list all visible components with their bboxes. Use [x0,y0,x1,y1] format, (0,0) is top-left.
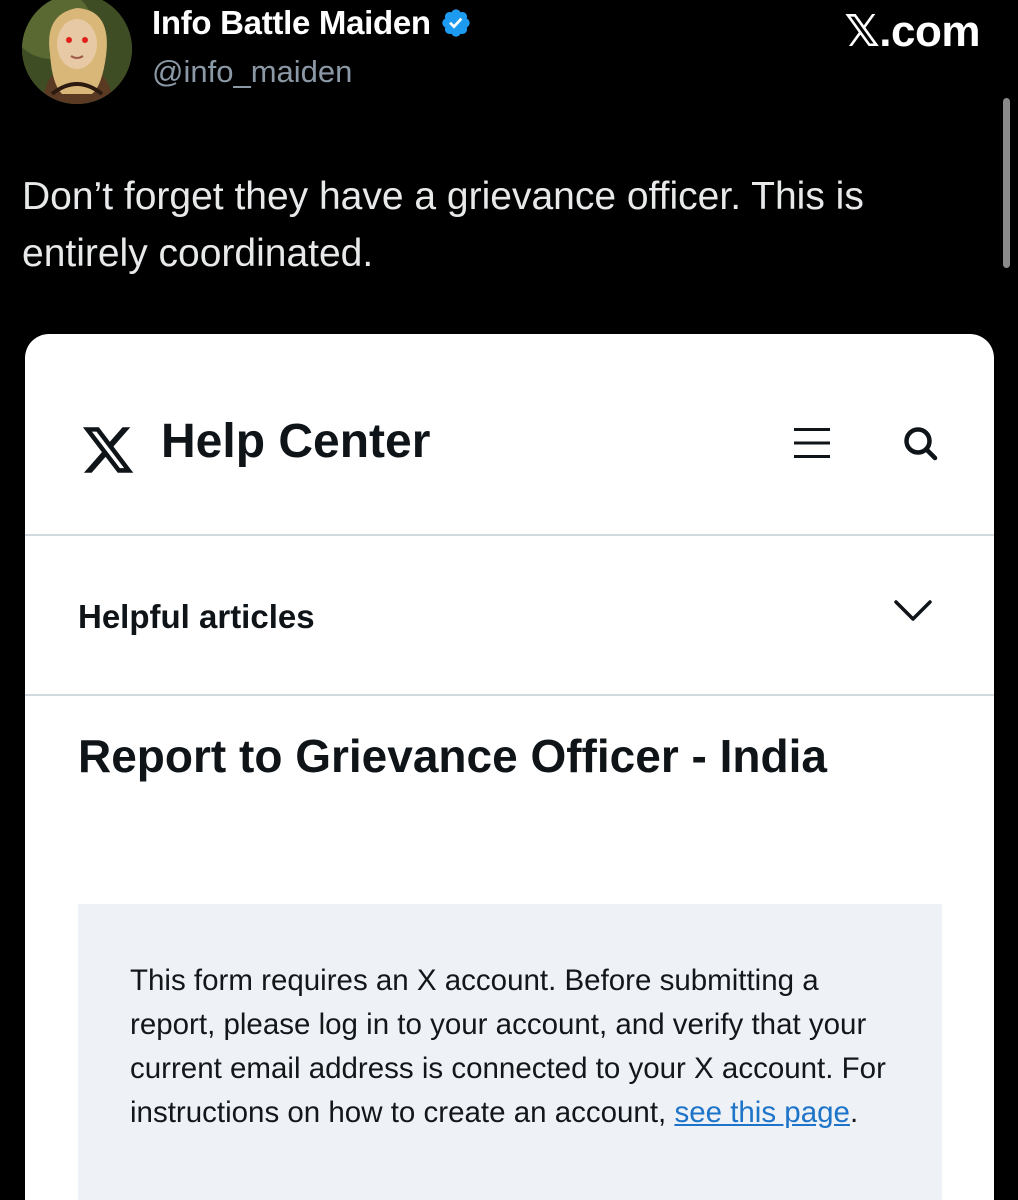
display-name-text: Info Battle Maiden [152,4,431,41]
search-icon[interactable] [901,424,941,464]
chevron-down-icon [894,600,932,621]
help-center-title[interactable]: Help Center [161,414,430,469]
see-this-page-link[interactable]: see this page [674,1096,850,1129]
avatar[interactable] [22,0,132,104]
help-center-header: Help Center [25,334,994,536]
notice-period: . [849,1096,859,1129]
attached-screenshot-card[interactable]: Help Center Helpful articles Report to G… [25,334,994,1200]
helpful-articles-label: Helpful articles [78,598,315,635]
notice-text: This form requires an X account. Before … [130,959,910,1135]
x-logo-icon[interactable] [78,422,138,478]
x-com-watermark: 𝕏.com [844,7,980,56]
verified-badge-icon [442,9,470,37]
scrollbar-thumb[interactable] [1003,98,1010,268]
article-heading: Report to Grievance Officer - India [78,730,827,782]
helpful-articles-dropdown[interactable]: Helpful articles [25,536,994,696]
tweet-screenshot: Info Battle Maiden @info_maiden 𝕏.com Do… [0,0,1018,1200]
account-required-notice: This form requires an X account. Before … [78,904,942,1200]
avatar-portrait-icon [22,0,132,104]
display-name[interactable]: Info Battle Maiden [152,4,472,42]
hamburger-menu-icon[interactable] [793,425,831,461]
user-handle[interactable]: @info_maiden [152,54,352,90]
tweet-text: Don’t forget they have a grievance offic… [22,175,864,275]
